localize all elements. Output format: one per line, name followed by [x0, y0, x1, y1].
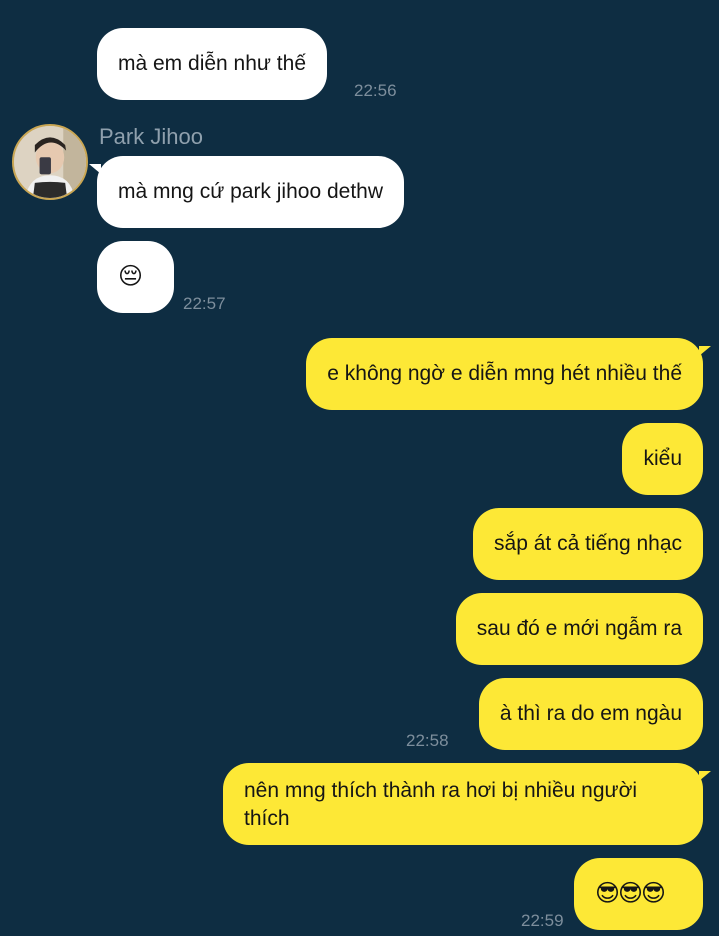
contact-avatar[interactable] — [12, 124, 88, 200]
message-bubble-incoming[interactable]: 😔 — [97, 241, 174, 313]
message-text: e không ngờ e diễn mng hét nhiều thế — [327, 362, 682, 385]
message-text: à thì ra do em ngàu — [499, 702, 682, 725]
message-text: mà mng cứ park jihoo dethw — [118, 180, 384, 203]
chat-thread[interactable]: mà em diễn như thế 22:56 Park Jihoo mà m… — [0, 0, 719, 936]
message-text: mà em diễn như thế — [118, 52, 306, 75]
message-bubble-incoming[interactable]: mà em diễn như thế — [97, 28, 327, 100]
message-text: kiểu — [643, 447, 682, 470]
message-bubble-outgoing[interactable]: à thì ra do em ngàu — [478, 678, 703, 750]
message-bubble-outgoing[interactable]: nên mng thích thành ra hơi bị nhiều ngườ… — [223, 763, 711, 845]
message-text: nên mng thích thành ra hơi bị nhiều ngườ… — [244, 779, 638, 830]
message-bubble-outgoing[interactable]: kiểu — [622, 423, 703, 495]
sunglasses-face-emoji: 😎😎😎 — [595, 879, 666, 907]
message-text: sắp át cả tiếng nhạc — [494, 532, 682, 555]
message-timestamp: 22:57 — [183, 294, 226, 313]
message-bubble-outgoing[interactable]: sắp át cả tiếng nhạc — [473, 508, 703, 580]
message-timestamp: 22:59 — [521, 911, 564, 930]
message-bubble-incoming[interactable]: mà mng cứ park jihoo dethw — [88, 156, 405, 228]
pensive-face-emoji: 😔 — [118, 262, 143, 290]
sender-name[interactable]: Park Jihoo — [99, 124, 203, 150]
avatar-photo — [14, 126, 86, 198]
message-timestamp: 22:56 — [354, 81, 397, 100]
message-bubble-outgoing[interactable]: sau đó e mới ngẫm ra — [455, 593, 703, 665]
message-bubble-outgoing[interactable]: e không ngờ e diễn mng hét nhiều thế — [306, 338, 711, 410]
message-text: sau đó e mới ngẫm ra — [476, 617, 682, 640]
message-timestamp: 22:58 — [406, 731, 449, 750]
message-bubble-outgoing[interactable]: 😎😎😎 — [574, 858, 703, 930]
